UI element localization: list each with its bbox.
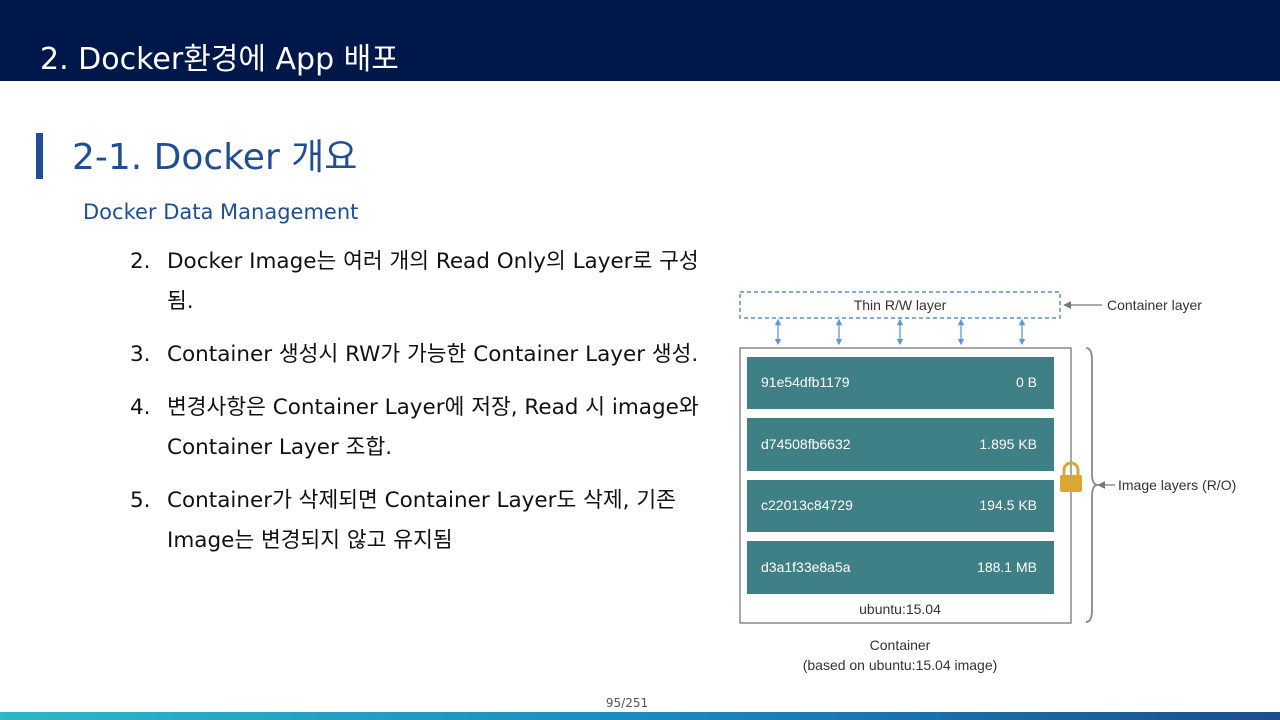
layer-size: 194.5 KB bbox=[979, 497, 1037, 513]
bullet-number: 2. bbox=[130, 249, 151, 274]
docker-layers-diagram: Thin R/W layer Container layer 91e54dfb1… bbox=[739, 291, 1236, 673]
section-title: 2-1. Docker 개요 bbox=[72, 137, 358, 178]
layer-id: d74508fb6632 bbox=[761, 436, 851, 452]
thin-rw-layer-label: Thin R/W layer bbox=[854, 297, 947, 313]
caption-line-1: Container bbox=[870, 637, 931, 653]
header-bar: 2. Docker환경에 App 배포 bbox=[0, 0, 1280, 81]
image-layers-brace bbox=[1085, 347, 1099, 623]
bullet-text: Docker Image는 여러 개의 Read Only의 Layer로 구성… bbox=[167, 249, 699, 314]
bullet-item: 2. Docker Image는 여러 개의 Read Only의 Layer로… bbox=[130, 242, 710, 322]
bullet-number: 4. bbox=[130, 395, 151, 420]
layer-size: 1.895 KB bbox=[979, 436, 1037, 452]
image-layers-label: Image layers (R/O) bbox=[1118, 477, 1236, 493]
subsection-title: Docker Data Management bbox=[83, 200, 359, 224]
base-image-label: ubuntu:15.04 bbox=[859, 601, 941, 617]
layer-id: c22013c84729 bbox=[761, 497, 853, 513]
bullet-item: 3. Container 생성시 RW가 가능한 Container Layer… bbox=[130, 335, 710, 375]
layer-size: 188.1 MB bbox=[977, 559, 1037, 575]
bullet-text: 변경사항은 Container Layer에 저장, Read 시 image와… bbox=[167, 395, 699, 460]
layer-size: 0 B bbox=[1016, 374, 1037, 390]
bottom-gradient-bar bbox=[0, 712, 1280, 720]
bullet-list: 2. Docker Image는 여러 개의 Read Only의 Layer로… bbox=[130, 242, 710, 574]
container-layer-label: Container layer bbox=[1107, 297, 1202, 313]
bullet-text: Container 생성시 RW가 가능한 Container Layer 생성… bbox=[167, 342, 699, 367]
page-number: 95/251 bbox=[605, 696, 649, 710]
bullet-item: 4. 변경사항은 Container Layer에 저장, Read 시 ima… bbox=[130, 388, 710, 468]
layer-id: 91e54dfb1179 bbox=[761, 374, 850, 390]
layer-id: d3a1f33e8a5a bbox=[761, 559, 851, 575]
bullet-number: 5. bbox=[130, 488, 151, 513]
bullet-number: 3. bbox=[130, 342, 151, 367]
bullet-text: Container가 삭제되면 Container Layer도 삭제, 기존 … bbox=[167, 488, 676, 553]
header-title: 2. Docker환경에 App 배포 bbox=[40, 42, 399, 77]
section-accent-bar bbox=[36, 133, 43, 179]
caption-line-2: (based on ubuntu:15.04 image) bbox=[803, 657, 998, 673]
bullet-item: 5. Container가 삭제되면 Container Layer도 삭제, … bbox=[130, 481, 710, 561]
